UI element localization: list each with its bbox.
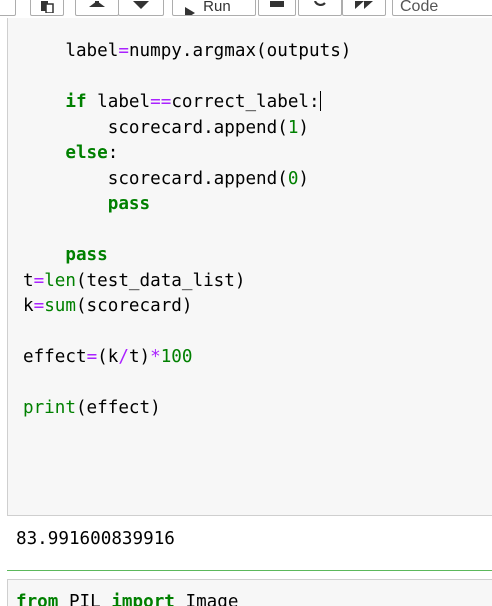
code-token: =	[33, 296, 45, 316]
code-cell-editor[interactable]: label=numpy.argmax(outputs) if label==co…	[7, 18, 492, 516]
stop-icon	[270, 1, 284, 7]
code-token: len	[44, 270, 76, 291]
code-token: 1	[287, 117, 299, 138]
code-token: pass	[65, 245, 108, 265]
restart-run-all-button[interactable]	[342, 0, 386, 16]
code-text: label=numpy.argmax(outputs) if label==co…	[23, 39, 351, 422]
code-token: label	[23, 41, 119, 61]
run-button[interactable]: Run	[172, 0, 256, 16]
code-line: pass	[23, 243, 351, 269]
cell-type-select[interactable]: Code	[392, 0, 492, 16]
restart-icon	[313, 1, 326, 6]
code-token: print	[23, 398, 76, 418]
code-token: effect	[23, 347, 87, 367]
selected-cell-divider	[7, 570, 492, 571]
run-button-label: Run	[203, 0, 231, 15]
cell-output: 83.991600839916	[16, 529, 175, 549]
fast-forward-icon	[355, 1, 373, 9]
code-token: =	[33, 270, 45, 291]
code-token: else	[65, 143, 108, 163]
code-token: )	[298, 117, 309, 138]
play-icon	[185, 7, 195, 15]
code-line: t=len(test_data_list)	[23, 269, 351, 295]
code-line: scorecard.append(0)	[23, 167, 351, 193]
move-down-button[interactable]	[118, 0, 164, 16]
code-line: else:	[23, 141, 351, 167]
arrow-down-icon	[133, 1, 149, 9]
code-line: pass	[23, 192, 351, 218]
code-line: k=sum(scorecard)	[23, 294, 351, 320]
code-token: if	[65, 92, 87, 112]
code-token: (scorecard)	[75, 296, 193, 316]
code-token: )	[298, 168, 309, 189]
next-code-cell-editor[interactable]: from PIL import Image	[7, 579, 492, 606]
cut-button[interactable]	[0, 0, 16, 16]
cell-type-value: Code	[400, 0, 439, 15]
code-token: numpy.argmax(outputs)	[128, 41, 352, 61]
arrow-up-icon	[89, 1, 105, 7]
code-token: PIL	[58, 592, 112, 606]
code-token: (effect)	[75, 398, 161, 418]
code-token: sum	[44, 296, 76, 316]
code-token: 100	[160, 347, 193, 367]
code-line: if label==correct_label:	[23, 90, 351, 116]
code-token: k	[23, 296, 34, 316]
copy-button[interactable]	[30, 0, 64, 16]
code-token: from	[16, 592, 59, 606]
restart-button[interactable]	[298, 0, 342, 16]
code-token: Image	[174, 592, 239, 606]
code-line: from PIL import Image	[16, 590, 238, 606]
code-line: label=numpy.argmax(outputs)	[23, 39, 351, 65]
code-line: scorecard.append(1)	[23, 116, 351, 142]
code-token: scorecard.append(	[23, 168, 288, 189]
code-token: pass	[107, 194, 151, 214]
code-token: t)	[128, 347, 151, 367]
code-token: scorecard.append(	[23, 117, 288, 138]
copy-icon	[41, 1, 54, 13]
interrupt-button[interactable]	[258, 0, 296, 16]
code-token: t	[23, 270, 34, 291]
notebook-toolbar: Run Code	[0, 0, 492, 18]
code-token: 0	[287, 168, 299, 189]
code-line: print(effect)	[23, 396, 351, 422]
text-cursor	[319, 91, 321, 111]
code-token: *	[150, 347, 161, 367]
code-token: label	[86, 92, 151, 112]
code-token: :	[107, 143, 119, 163]
move-up-button[interactable]	[75, 0, 119, 16]
code-token: =	[118, 41, 129, 61]
code-token: correct_label:	[171, 92, 320, 112]
code-token: import	[111, 592, 175, 606]
code-token: /	[118, 347, 129, 367]
code-token: (test_data_list)	[75, 270, 246, 291]
code-token: (k	[97, 347, 119, 367]
code-token: =	[86, 347, 98, 367]
code-line: effect=(k/t)*100	[23, 345, 351, 371]
next-code-text: from PIL import Image	[16, 590, 238, 606]
code-token: ==	[150, 92, 172, 112]
